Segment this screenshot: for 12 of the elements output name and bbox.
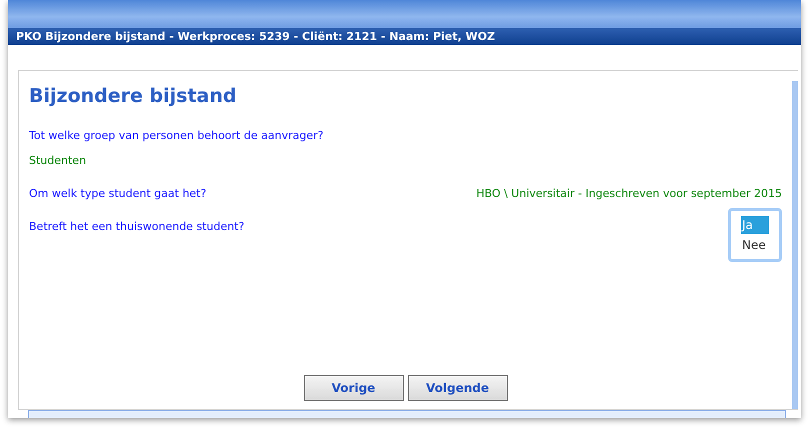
nav-button[interactable]: Volgende xyxy=(408,375,508,401)
question-text: Om welk type student gaat het? xyxy=(29,187,206,200)
scrollbar[interactable] xyxy=(792,81,798,409)
list-option[interactable]: Ja xyxy=(741,216,769,234)
nav-button[interactable]: Vorige xyxy=(304,375,404,401)
question-text: Tot welke groep van personen behoort de aanvrager? xyxy=(29,129,324,142)
title-bar: PKO Bijzondere bijstand - Werkproces: 5239 - Cliënt: 2121 - Naam: Piet, WOZ xyxy=(8,28,801,45)
question-text: Betreft het een thuiswonende student? xyxy=(29,220,244,233)
page-heading: Bijzondere bijstand xyxy=(29,85,238,107)
answer-text: HBO \ Universitair - Ingeschreven voor september 2015 xyxy=(476,187,782,200)
list-option[interactable]: Nee xyxy=(741,236,769,254)
answer-text: Studenten xyxy=(29,154,88,167)
